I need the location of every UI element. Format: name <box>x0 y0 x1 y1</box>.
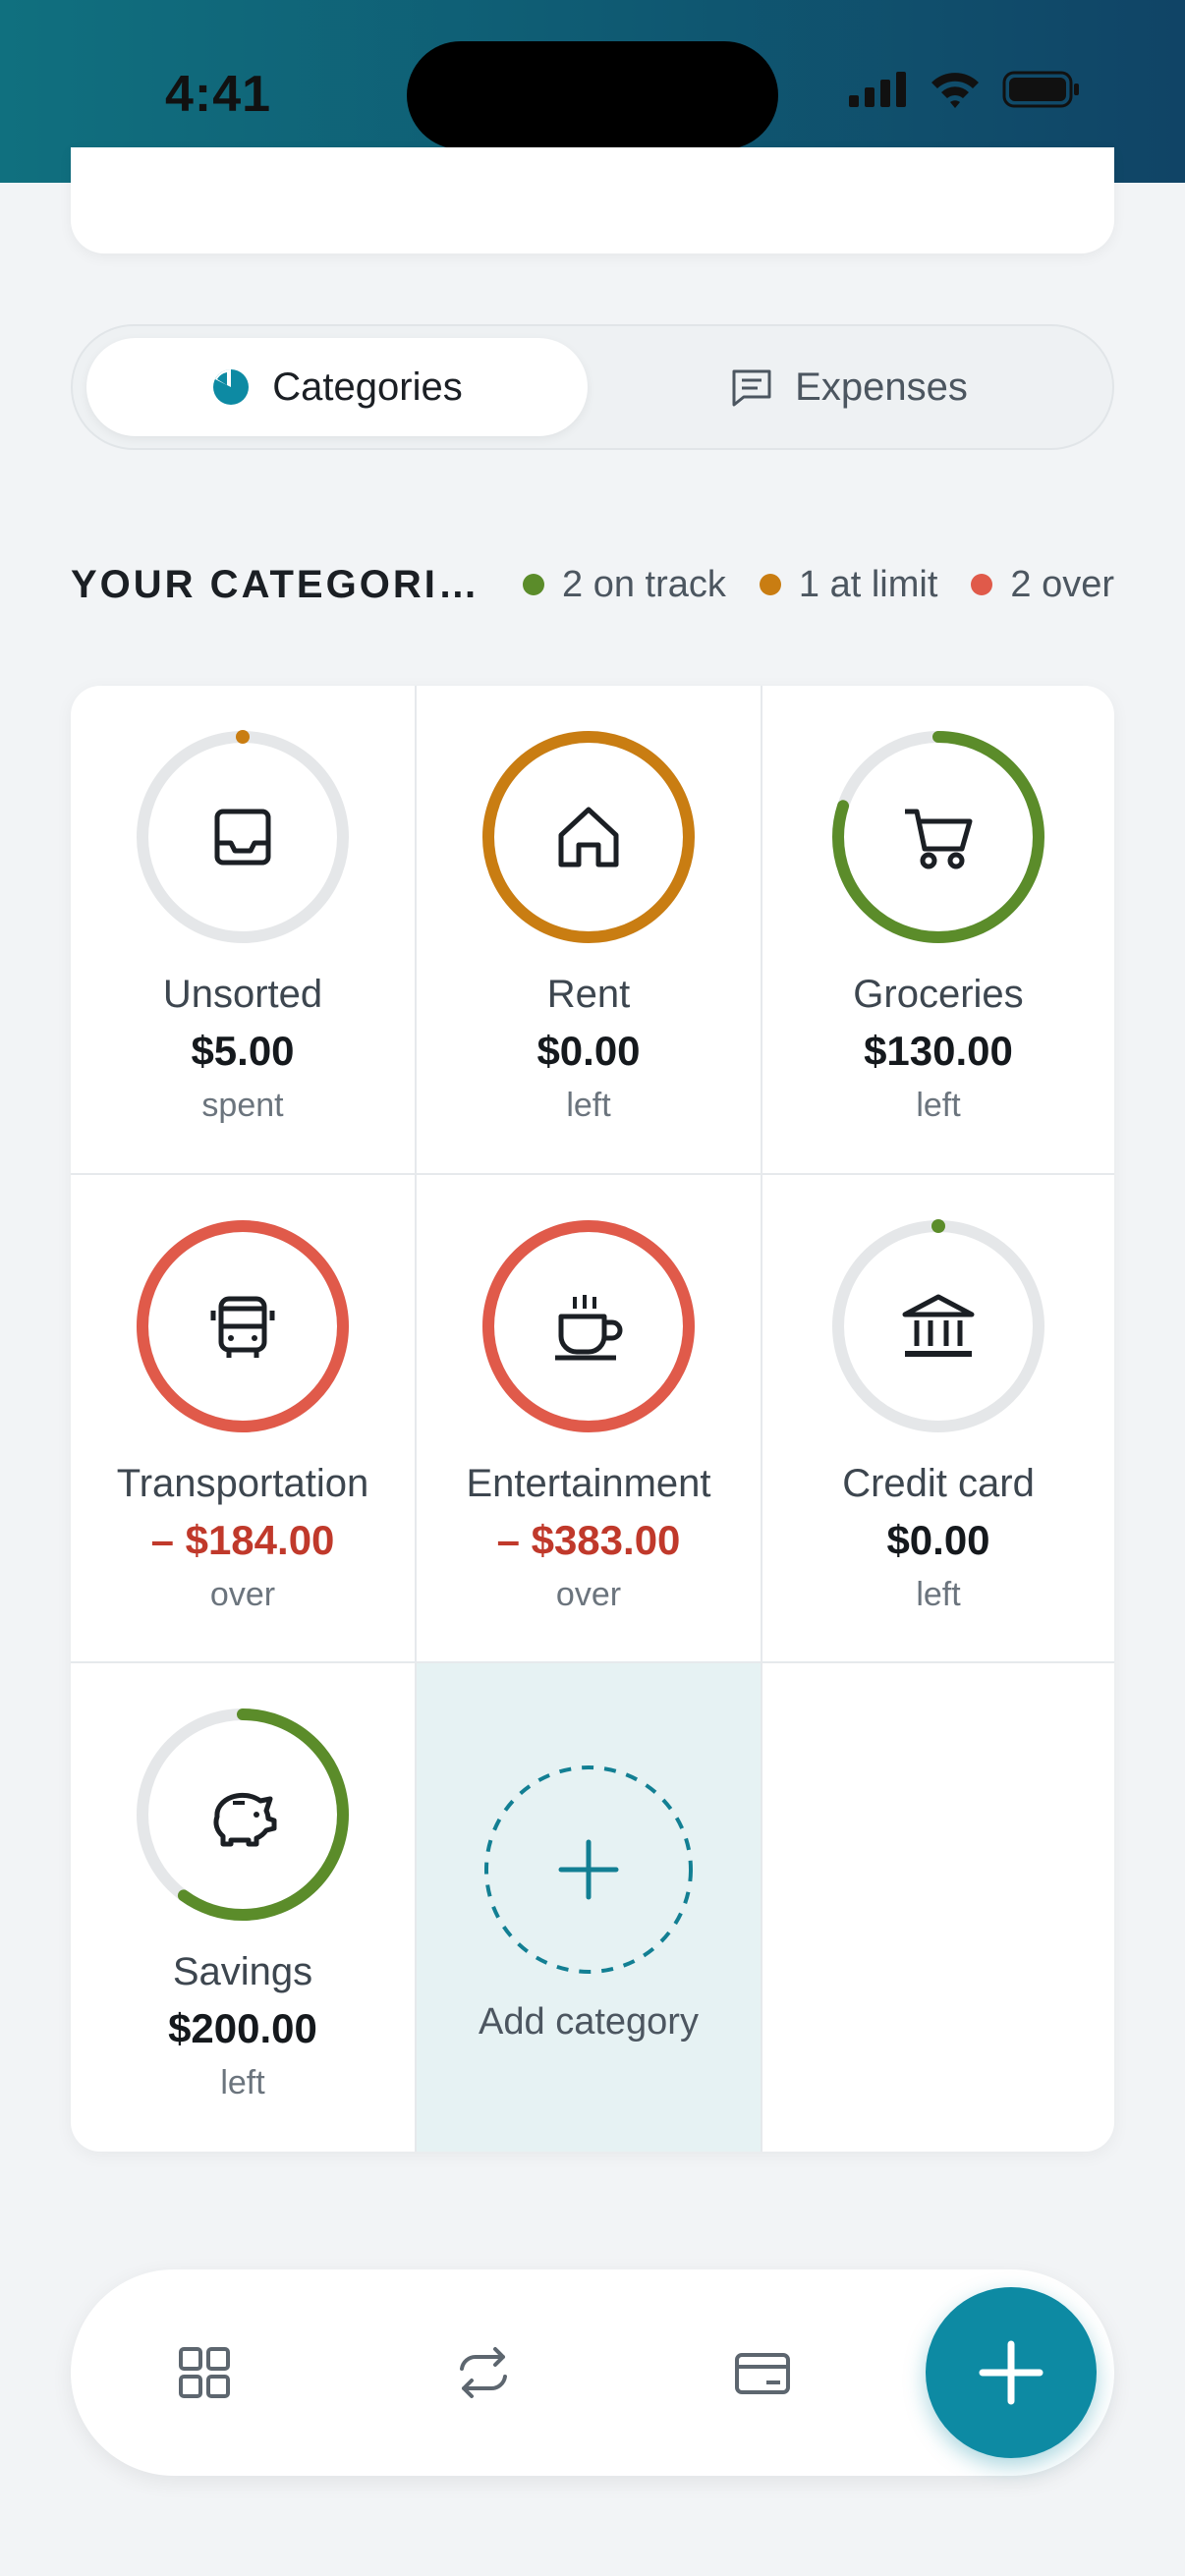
legend-at-limit-label: 1 at limit <box>798 563 938 605</box>
over-dot <box>971 574 993 595</box>
legend-over: 2 over <box>971 564 1114 606</box>
piggy-bank-icon <box>213 1792 277 1847</box>
category-name: Groceries <box>853 973 1024 1016</box>
category-name: Unsorted <box>162 973 323 1016</box>
category-amount: $130.00 <box>864 1028 1013 1074</box>
category-tile-rent[interactable]: Rent $0.00 left <box>417 686 762 1175</box>
category-name: Transportation <box>116 1462 369 1505</box>
category-note: left <box>916 1576 961 1613</box>
tab-categories-label: Categories <box>272 364 463 409</box>
add-category-ring <box>484 1765 693 1974</box>
repeat-icon[interactable] <box>454 2343 513 2402</box>
add-expense-button[interactable] <box>926 2287 1097 2458</box>
add-category-tile[interactable]: Add category <box>417 1663 762 2152</box>
category-note: over <box>209 1576 276 1613</box>
category-tile-unsorted[interactable]: Unsorted $5.00 spent <box>71 686 417 1175</box>
category-name: Rent <box>546 973 631 1016</box>
status-icons <box>849 71 1081 108</box>
shopping-cart-icon <box>905 809 973 869</box>
category-amount: – $383.00 <box>496 1517 681 1563</box>
category-name: Entertainment <box>466 1462 711 1505</box>
status-time: 4:41 <box>165 66 272 123</box>
house-icon <box>558 807 619 868</box>
category-amount: $0.00 <box>886 1517 990 1563</box>
category-amount: – $184.00 <box>150 1517 335 1563</box>
categories-header: YOUR CATEGORI… 2 on track 1 at limit 2 o… <box>71 550 1114 619</box>
category-note: over <box>555 1576 622 1613</box>
category-tile-credit-card[interactable]: Credit card $0.00 left <box>762 1175 1114 1663</box>
category-tile-savings[interactable]: Savings $200.00 left <box>71 1663 417 2152</box>
category-note: left <box>566 1087 611 1124</box>
pie-chart-icon <box>213 369 250 405</box>
category-note: spent <box>201 1087 284 1124</box>
legend-at-limit: 1 at limit <box>759 563 938 606</box>
signal-icon <box>849 72 906 107</box>
add-category-label: Add category <box>479 2001 699 2043</box>
category-name: Savings <box>172 1950 313 1993</box>
category-grid: Unsorted $5.00 spent Rent $0.00 left Gro… <box>71 686 1114 2152</box>
tab-categories[interactable]: Categories <box>86 338 588 436</box>
progress-start-dot <box>931 1219 945 1233</box>
tab-expenses[interactable]: Expenses <box>593 338 1104 436</box>
section-title: YOUR CATEGORI… <box>71 562 480 606</box>
summary-card <box>71 147 1114 253</box>
inbox-tray-icon <box>214 809 271 866</box>
tab-expenses-label: Expenses <box>795 364 968 409</box>
battery-icon <box>1002 71 1079 108</box>
legend-on-track-label: 2 on track <box>562 563 726 605</box>
grid-icon[interactable] <box>175 2343 234 2402</box>
legend-on-track: 2 on track <box>523 564 726 606</box>
category-amount: $5.00 <box>191 1028 295 1074</box>
category-amount: $200.00 <box>168 2005 317 2051</box>
wifi-icon <box>931 73 979 108</box>
bank-icon <box>902 1294 975 1357</box>
empty-tile <box>762 1663 1114 2152</box>
category-note: left <box>220 2064 265 2101</box>
legend-over-label: 2 over <box>1010 563 1114 605</box>
status-legend: 2 on track 1 at limit 2 over <box>523 564 1114 606</box>
coffee-cup-icon <box>555 1295 623 1361</box>
category-note: left <box>916 1087 961 1124</box>
at-limit-dot <box>759 574 781 595</box>
category-name: Credit card <box>842 1462 1035 1505</box>
receipt-icon <box>732 369 771 407</box>
on-track-dot <box>523 574 545 595</box>
view-switcher: Categories Expenses <box>71 324 1114 450</box>
card-icon[interactable] <box>733 2343 792 2402</box>
category-tile-groceries[interactable]: Groceries $130.00 left <box>762 686 1114 1175</box>
category-amount: $0.00 <box>536 1028 641 1074</box>
plus-icon <box>979 2340 1044 2405</box>
bus-icon <box>210 1296 275 1358</box>
category-tile-transportation[interactable]: Transportation – $184.00 over <box>71 1175 417 1663</box>
category-tile-entertainment[interactable]: Entertainment – $383.00 over <box>417 1175 762 1663</box>
progress-start-dot <box>236 730 250 744</box>
dynamic-island <box>407 41 778 149</box>
